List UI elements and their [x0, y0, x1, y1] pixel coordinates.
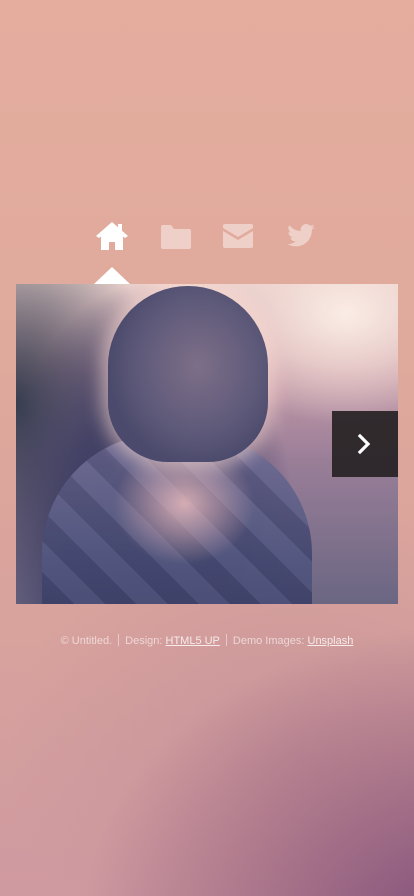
nav-item-contact[interactable] — [218, 218, 258, 254]
chevron-right-icon — [357, 433, 371, 455]
nav-item-twitter[interactable] — [281, 218, 321, 254]
active-nav-pointer — [94, 267, 130, 284]
images-link[interactable]: Unsplash — [308, 635, 354, 647]
footer-divider — [225, 634, 227, 646]
folder-icon — [161, 225, 191, 249]
copyright-text: © Untitled. — [60, 635, 113, 647]
design-link[interactable]: HTML5 UP — [166, 635, 220, 647]
nav-item-portfolio[interactable] — [156, 218, 196, 254]
footer: © Untitled. Design: HTML5 UP Demo Images: … — [0, 634, 414, 647]
nav-item-home[interactable] — [92, 218, 132, 254]
design-label: Design: — [125, 635, 163, 647]
footer-divider — [118, 634, 120, 646]
next-slide-button[interactable] — [332, 411, 398, 477]
twitter-icon — [287, 224, 315, 247]
home-icon — [96, 222, 128, 250]
images-label: Demo Images: — [232, 635, 305, 647]
envelope-icon — [223, 224, 253, 248]
photo-person-head — [108, 286, 268, 462]
main-nav — [0, 218, 414, 258]
